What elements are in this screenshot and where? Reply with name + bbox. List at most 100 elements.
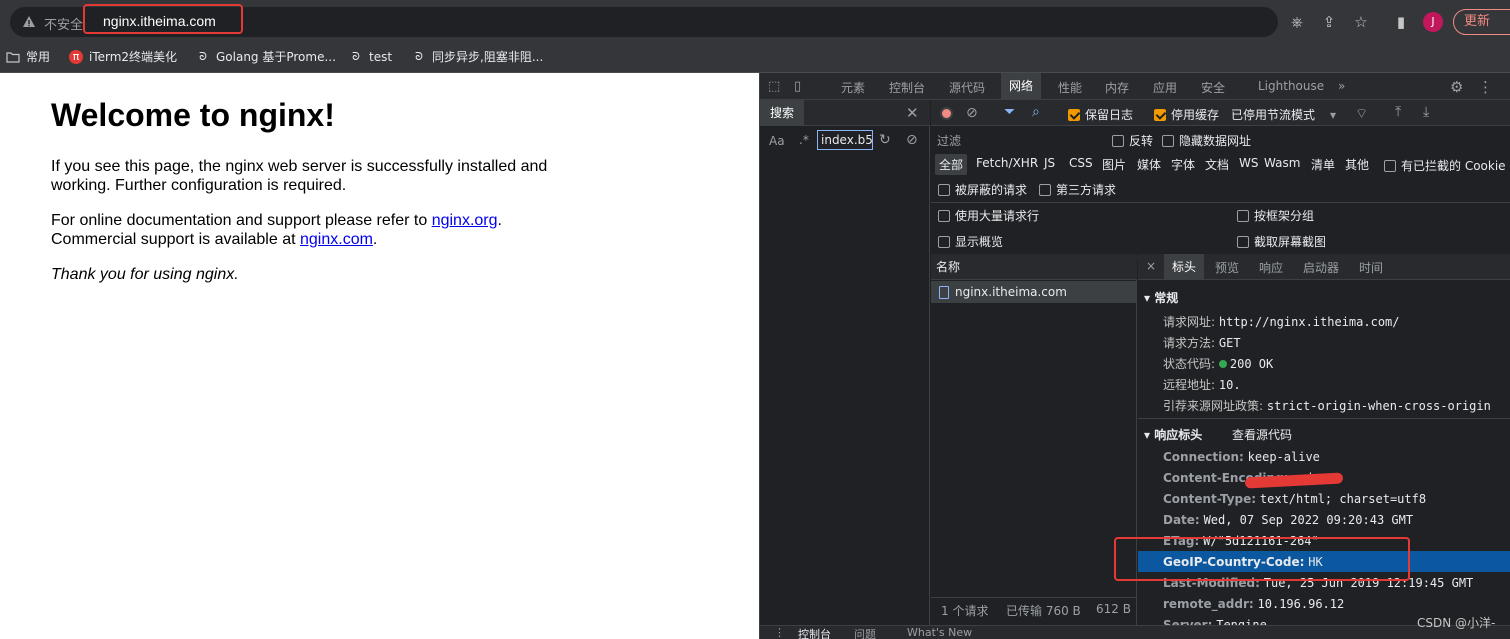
search-panel: 搜索 ✕ Aa .* index.b53 ↻ ⊘: [760, 100, 930, 639]
detail-tabbar: × 标头 预览 响应 启动器 时间: [1138, 254, 1510, 280]
checkbox-icon: [1068, 108, 1080, 121]
type-filter-js[interactable]: JS: [1044, 156, 1055, 170]
bookmark-item[interactable]: ᘐ 同步异步,阻塞非阻...: [412, 48, 543, 66]
tab-initiator[interactable]: 启动器: [1303, 259, 1339, 276]
match-case-toggle[interactable]: Aa: [769, 134, 785, 148]
tab-application[interactable]: 应用: [1153, 79, 1177, 96]
show-overview-checkbox[interactable]: 显示概览: [938, 233, 1003, 250]
side-panel-icon[interactable]: ▮: [1392, 13, 1410, 31]
close-icon[interactable]: ×: [1146, 259, 1156, 273]
type-filter-media[interactable]: 媒体: [1137, 156, 1161, 173]
type-filter-manifest[interactable]: 清单: [1311, 156, 1335, 173]
warning-icon[interactable]: [22, 15, 36, 29]
checkbox-icon: [1384, 159, 1396, 172]
tab-security[interactable]: 安全: [1201, 79, 1225, 96]
type-filter-doc[interactable]: 文档: [1205, 156, 1229, 173]
type-filter-xhr[interactable]: Fetch/XHR: [976, 156, 1038, 170]
search-icon[interactable]: ⌕: [1032, 104, 1040, 120]
type-filter-all[interactable]: 全部: [935, 154, 968, 175]
checkbox-icon: [938, 209, 950, 222]
inspect-icon[interactable]: ⬚: [768, 79, 780, 94]
share-icon[interactable]: ⇪: [1320, 13, 1338, 31]
gear-icon[interactable]: ⚙: [1450, 78, 1463, 96]
type-filter-font[interactable]: 字体: [1171, 156, 1195, 173]
type-filter-other[interactable]: 其他: [1345, 156, 1369, 173]
tab-console[interactable]: 控制台: [889, 79, 925, 96]
avatar[interactable]: J: [1423, 12, 1443, 32]
section-general[interactable]: ▾ 常规: [1144, 289, 1178, 306]
group-by-frame-checkbox[interactable]: 按框架分组: [1237, 207, 1314, 224]
view-source-link[interactable]: 查看源代码: [1232, 426, 1292, 443]
star-icon[interactable]: ☆: [1352, 13, 1370, 31]
capture-screenshots-checkbox[interactable]: 截取屏幕截图: [1237, 233, 1326, 250]
bookmark-icon: ᘐ: [352, 50, 360, 63]
tab-network[interactable]: 网络: [1001, 73, 1042, 100]
table-row[interactable]: nginx.itheima.com: [931, 281, 1137, 303]
pi-icon: π: [69, 50, 83, 64]
close-icon[interactable]: ✕: [906, 104, 919, 122]
download-icon[interactable]: ⤓: [1423, 104, 1429, 120]
bookmark-item[interactable]: ᘐ Golang 基于Prome...: [196, 48, 336, 66]
section-response-headers[interactable]: ▾ 响应标头: [1144, 426, 1202, 443]
preserve-log-checkbox[interactable]: 保留日志: [1068, 106, 1133, 123]
drawer-tabbar: ⋮ 控制台 问题 What's New: [760, 625, 1510, 639]
filter-input[interactable]: 过滤: [937, 132, 961, 149]
type-filter-img[interactable]: 图片: [1102, 156, 1126, 173]
record-button[interactable]: [940, 107, 953, 120]
bookmarks-bar: 常用 π iTerm2终端美化 ᘐ Golang 基于Prome... ᘐ te…: [0, 42, 1510, 73]
blocked-cookies-checkbox[interactable]: 有已拦截的 Cookie: [1384, 157, 1506, 174]
blocked-requests-checkbox[interactable]: 被屏蔽的请求: [938, 181, 1027, 198]
translate-icon[interactable]: ⎈: [1288, 13, 1306, 31]
nginx-com-link[interactable]: nginx.com: [300, 231, 373, 248]
drawer-menu-icon[interactable]: ⋮: [774, 626, 785, 639]
upload-icon[interactable]: ⤒: [1395, 104, 1401, 120]
clear-icon[interactable]: ⊘: [966, 105, 978, 121]
large-rows-checkbox[interactable]: 使用大量请求行: [938, 207, 1039, 224]
column-header-name[interactable]: 名称: [931, 254, 1137, 280]
header-row: Date: Wed, 07 Sep 2022 09:20:43 GMT: [1163, 513, 1414, 527]
network-conditions-icon[interactable]: ⌔: [1355, 105, 1368, 123]
tab-timing[interactable]: 时间: [1359, 259, 1383, 276]
invert-checkbox[interactable]: 反转: [1112, 132, 1153, 149]
disable-cache-checkbox[interactable]: 停用缓存: [1154, 106, 1219, 123]
browser-toolbar: 不安全 nginx.itheima.com ⎈ ⇪ ☆ ▮ J 更新: [0, 0, 1510, 42]
tab-preview[interactable]: 预览: [1215, 259, 1239, 276]
third-party-checkbox[interactable]: 第三方请求: [1039, 181, 1116, 198]
type-filter-wasm[interactable]: Wasm: [1264, 156, 1300, 170]
tab-response[interactable]: 响应: [1259, 259, 1283, 276]
drawer-tab-issues[interactable]: 问题: [854, 626, 876, 639]
nginx-org-link[interactable]: nginx.org: [432, 212, 498, 229]
bookmark-item[interactable]: 常用: [6, 48, 50, 66]
search-title[interactable]: 搜索: [760, 100, 804, 126]
tab-lighthouse[interactable]: Lighthouse: [1258, 79, 1324, 93]
tab-performance[interactable]: 性能: [1058, 79, 1082, 96]
page-title: Welcome to nginx!: [51, 97, 335, 133]
regex-toggle[interactable]: .*: [799, 133, 809, 147]
type-filter-ws[interactable]: WS: [1239, 156, 1258, 170]
tab-headers[interactable]: 标头: [1164, 254, 1205, 280]
bookmark-item[interactable]: ᘐ test: [349, 48, 392, 66]
insecure-label[interactable]: 不安全: [44, 14, 83, 33]
annotation-box: [83, 4, 243, 34]
status-ok-icon: [1218, 360, 1227, 368]
drawer-tab-whats-new[interactable]: What's New: [907, 626, 972, 639]
hide-data-urls-checkbox[interactable]: 隐藏数据网址: [1162, 132, 1251, 149]
drawer-tab-console[interactable]: 控制台: [798, 626, 831, 639]
tab-sources[interactable]: 源代码: [949, 79, 985, 96]
docs-paragraph: For online documentation and support ple…: [51, 212, 502, 248]
more-tabs-icon[interactable]: »: [1338, 79, 1345, 93]
bookmark-item[interactable]: π iTerm2终端美化: [69, 48, 177, 66]
type-filter-css[interactable]: CSS: [1069, 156, 1093, 170]
throttle-select[interactable]: 已停用节流模式 ▾: [1231, 106, 1336, 123]
search-input[interactable]: index.b53: [817, 130, 873, 150]
clear-icon[interactable]: ⊘: [906, 132, 918, 148]
device-toolbar-icon[interactable]: ▯: [794, 79, 801, 94]
update-button[interactable]: 更新: [1453, 9, 1510, 35]
tab-elements[interactable]: 元素: [841, 79, 865, 96]
tab-memory[interactable]: 内存: [1105, 79, 1129, 96]
refresh-icon[interactable]: ↻: [879, 132, 891, 148]
checkbox-icon: [1237, 209, 1249, 222]
filter-icon[interactable]: ⏷: [1004, 104, 1015, 120]
header-row: 请求方法: GET: [1163, 336, 1241, 350]
kebab-menu-icon[interactable]: ⋮: [1478, 78, 1493, 96]
